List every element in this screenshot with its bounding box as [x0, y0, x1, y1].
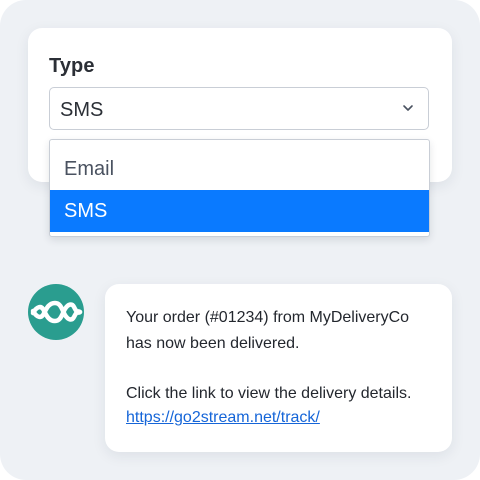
type-dropdown-menu: Email SMS: [49, 139, 430, 237]
background-panel: Type SMS Email SMS Your order (#01234) f…: [0, 0, 480, 480]
type-label: Type: [49, 55, 95, 77]
option-sms[interactable]: SMS: [50, 190, 429, 232]
sms-message-card: Your order (#01234) from MyDeliveryCo ha…: [105, 284, 452, 452]
tracking-link[interactable]: https://go2stream.net/track/: [126, 409, 320, 427]
wave-logo-icon: [28, 284, 84, 340]
type-select[interactable]: SMS: [49, 87, 429, 130]
message-line: Click the link to view the delivery deta…: [126, 385, 412, 402]
type-select-value: SMS: [60, 99, 104, 121]
message-line: Your order (#01234) from MyDeliveryCo: [126, 309, 410, 326]
chevron-down-icon: [403, 105, 413, 111]
message-line: has now been delivered.: [126, 335, 300, 352]
option-email[interactable]: Email: [50, 148, 429, 190]
